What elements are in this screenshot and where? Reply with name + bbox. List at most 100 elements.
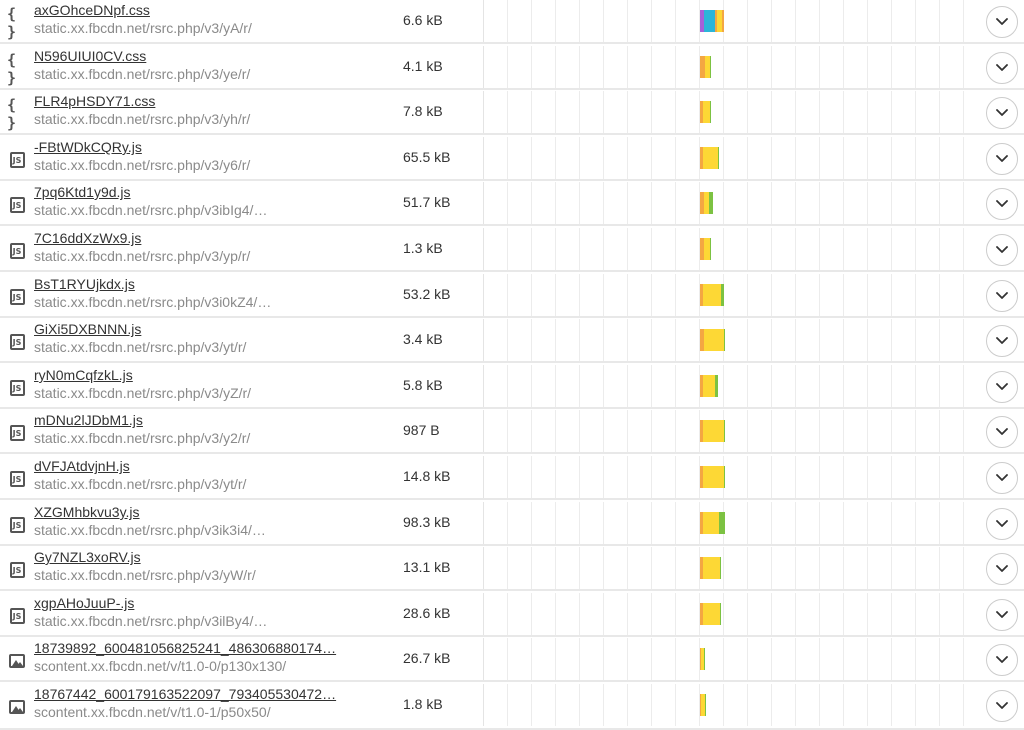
request-size: 6.6 kB [403,12,443,28]
expand-row-button[interactable] [986,97,1018,129]
request-name-link[interactable]: BsT1RYUjkdx.js [34,276,135,292]
js-file-icon: JS [7,606,27,626]
request-row[interactable]: { } N596UIUI0CV.css static.xx.fbcdn.net/rs… [0,46,1024,90]
css-braces-icon: { } [7,51,19,87]
expand-row-button[interactable] [986,234,1018,266]
waterfall-timeline [483,456,983,498]
timing-bar-receiving [718,147,719,169]
request-url: static.xx.fbcdn.net/rsrc.php/v3/y6/r/ [34,157,251,173]
expand-row-button[interactable] [986,508,1018,540]
chevron-down-icon [996,109,1008,116]
request-name-link[interactable]: ryN0mCqfzkL.js [34,367,133,383]
waterfall-timeline [483,91,983,133]
js-file-icon: JS [7,423,27,443]
request-name-link[interactable]: 18767442_600179163522097_793405530472… [34,686,336,702]
waterfall-timeline [483,684,983,726]
request-name-link[interactable]: 7C16ddXzWx9.js [34,230,141,246]
request-row[interactable]: JS 7pq6Ktd1y9d.js static.xx.fbcdn.net/rsrc… [0,182,1024,226]
request-row[interactable]: JS Gy7NZL3xoRV.js static.xx.fbcdn.net/rsrc… [0,547,1024,591]
timing-bar-waiting [703,284,721,306]
expand-row-button[interactable] [986,371,1018,403]
request-name-link[interactable]: -FBtWDkCQRy.js [34,139,142,155]
request-size: 26.7 kB [403,650,451,666]
waterfall-timeline [483,228,983,270]
timing-bar-waiting [703,375,715,397]
request-row[interactable]: JS XZGMhbkvu3y.js static.xx.fbcdn.net/rsrc… [0,502,1024,546]
request-row[interactable]: JS xgpAHoJuuP-.js static.xx.fbcdn.net/rsrc… [0,593,1024,637]
expand-row-button[interactable] [986,599,1018,631]
timing-bar-receiving [724,329,725,351]
request-url: static.xx.fbcdn.net/rsrc.php/v3/ye/r/ [34,66,251,82]
timing-bar-waiting [703,420,724,442]
waterfall-timeline [483,46,983,88]
chevron-down-icon [996,246,1008,253]
timing-bar-waiting [703,603,720,625]
request-size: 987 B [403,422,440,438]
js-file-icon: JS [7,332,27,352]
request-url: static.xx.fbcdn.net/rsrc.php/v3ibIg4/… [34,202,268,218]
chevron-down-icon [996,155,1008,162]
expand-row-button[interactable] [986,416,1018,448]
timing-bar-receiving [721,284,724,306]
request-url: scontent.xx.fbcdn.net/v/t1.0-0/p130x130/ [34,658,287,674]
js-file-icon: JS [7,515,27,535]
waterfall-timeline [483,137,983,179]
request-name-link[interactable]: dVFJAtdvjnH.js [34,458,130,474]
waterfall-timeline [483,502,983,544]
request-row[interactable]: JS 7C16ddXzWx9.js static.xx.fbcdn.net/rsrc… [0,228,1024,272]
chevron-down-icon [996,64,1008,71]
request-size: 7.8 kB [403,103,443,119]
waterfall-timeline [483,410,983,452]
expand-row-button[interactable] [986,280,1018,312]
request-row[interactable]: JS GiXi5DXBNNN.js static.xx.fbcdn.net/rsrc… [0,319,1024,363]
expand-row-button[interactable] [986,188,1018,220]
request-url: static.xx.fbcdn.net/rsrc.php/v3/yA/r/ [34,20,252,36]
request-url: static.xx.fbcdn.net/rsrc.php/v3ilBy4/… [34,613,268,629]
request-name-link[interactable]: N596UIUI0CV.css [34,48,146,64]
request-row[interactable]: JS dVFJAtdvjnH.js static.xx.fbcdn.net/rsrc… [0,456,1024,500]
request-name-link[interactable]: 18739892_600481056825241_486306880174… [34,640,336,656]
request-row[interactable]: { } FLR4pHSDY71.css static.xx.fbcdn.net/rs… [0,91,1024,135]
expand-row-button[interactable] [986,462,1018,494]
request-name-link[interactable]: XZGMhbkvu3y.js [34,504,140,520]
request-url: static.xx.fbcdn.net/rsrc.php/v3/yZ/r/ [34,385,252,401]
request-size: 1.8 kB [403,696,443,712]
request-size: 53.2 kB [403,286,451,302]
request-row[interactable]: { } axGOhceDNpf.css static.xx.fbcdn.net/rs… [0,0,1024,44]
request-row[interactable]: JS mDNu2lJDbM1.js static.xx.fbcdn.net/rsrc… [0,410,1024,454]
chevron-down-icon [996,520,1008,527]
timing-bar-receiving [715,375,718,397]
request-name-link[interactable]: 7pq6Ktd1y9d.js [34,184,131,200]
timing-bar-receiving [724,466,725,488]
request-row[interactable]: JS -FBtWDkCQRy.js static.xx.fbcdn.net/rsrc… [0,137,1024,181]
request-row[interactable]: 18739892_600481056825241_486306880174…sc… [0,638,1024,682]
image-file-icon [7,697,27,717]
request-row[interactable]: 18767442_600179163522097_793405530472… sc… [0,684,1024,730]
request-size: 98.3 kB [403,514,451,530]
expand-row-button[interactable] [986,553,1018,585]
js-file-icon: JS [7,287,27,307]
chevron-down-icon [996,474,1008,481]
request-row[interactable]: JS BsT1RYUjkdx.js static.xx.fbcdn.net/rsrc… [0,274,1024,318]
chevron-down-icon [996,656,1008,663]
request-name-link[interactable]: axGOhceDNpf.css [34,2,150,18]
chevron-down-icon [996,565,1008,572]
request-name-link[interactable]: mDNu2lJDbM1.js [34,412,143,428]
request-url: static.xx.fbcdn.net/rsrc.php/v3ik3i4/… [34,522,266,538]
expand-row-button[interactable] [986,52,1018,84]
request-name-link[interactable]: xgpAHoJuuP-.js [34,595,134,611]
expand-row-button[interactable] [986,325,1018,357]
request-row[interactable]: JS ryN0mCqfzkL.js static.xx.fbcdn.net/rsrc… [0,365,1024,409]
expand-row-button[interactable] [986,644,1018,676]
request-url: static.xx.fbcdn.net/rsrc.php/v3/yt/r/ [34,339,247,355]
expand-row-button[interactable] [986,690,1018,722]
js-file-icon: JS [7,150,27,170]
request-size: 1.3 kB [403,240,443,256]
request-name-link[interactable]: Gy7NZL3xoRV.js [34,549,141,565]
expand-row-button[interactable] [986,143,1018,175]
timing-bar-waiting [703,512,719,534]
expand-row-button[interactable] [986,6,1018,38]
request-name-link[interactable]: GiXi5DXBNNN.js [34,321,141,337]
chevron-down-icon [996,200,1008,207]
request-name-link[interactable]: FLR4pHSDY71.css [34,93,155,109]
